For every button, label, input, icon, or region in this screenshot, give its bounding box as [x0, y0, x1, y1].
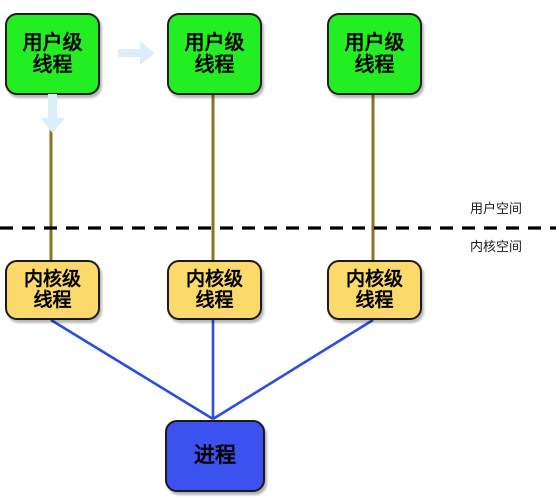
kernel-space-label: 内核空间 [470, 239, 523, 254]
process-node[interactable]: 进程 [165, 420, 265, 492]
kernel-thread-node-2[interactable]: 内核级 线程 [167, 260, 262, 320]
kernel-thread-label-line2: 线程 [33, 290, 72, 311]
kernel-thread-label-line2: 线程 [195, 290, 234, 311]
link-kernel-process-1 [50, 318, 214, 421]
user-thread-label-line1: 用户级 [22, 31, 83, 54]
user-space-label: 用户空间 [470, 201, 523, 216]
user-thread-label-line2: 线程 [194, 54, 235, 76]
user-thread-label-line1: 用户级 [184, 31, 245, 54]
link-kernel-process-3 [212, 318, 374, 421]
user-thread-label-line1: 用户级 [344, 31, 405, 54]
kernel-thread-label-line1: 内核级 [345, 268, 403, 290]
user-thread-node-2[interactable]: 用户级 线程 [167, 13, 262, 95]
process-label: 进程 [194, 444, 236, 468]
kernel-thread-node-1[interactable]: 内核级 线程 [5, 260, 100, 320]
kernel-thread-label-line1: 内核级 [185, 268, 243, 290]
user-thread-node-3[interactable]: 用户级 线程 [327, 13, 422, 95]
user-thread-node-1[interactable]: 用户级 线程 [5, 13, 100, 95]
kernel-thread-label-line2: 线程 [355, 290, 394, 311]
user-thread-label-line2: 线程 [32, 54, 73, 76]
user-thread-label-line2: 线程 [354, 54, 395, 76]
diagram-canvas: 用户级 线程 用户级 线程 用户级 线程 用户空间 内核空间 内核级 线程 内核… [0, 0, 556, 500]
kernel-thread-label-line1: 内核级 [23, 268, 81, 290]
kernel-thread-node-3[interactable]: 内核级 线程 [327, 260, 422, 320]
